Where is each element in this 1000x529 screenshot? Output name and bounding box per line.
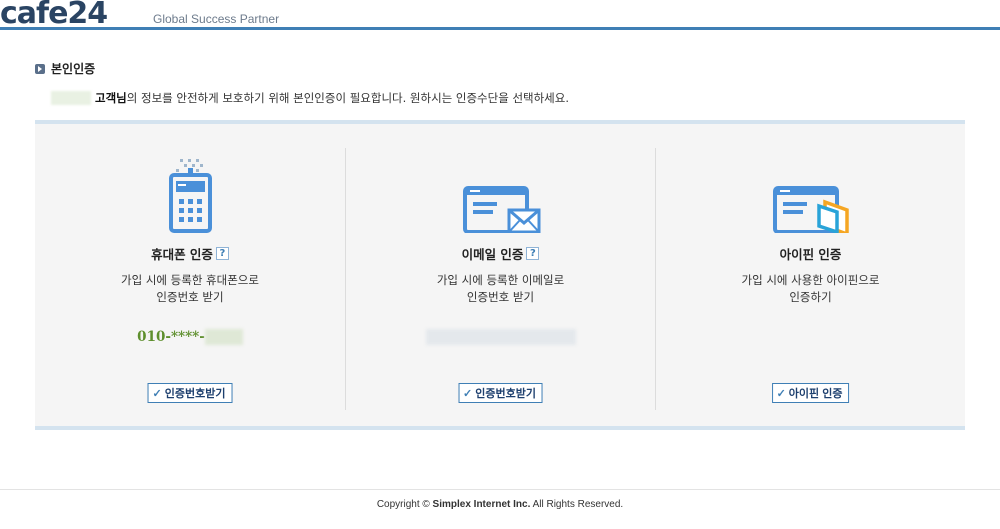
blurred-phone-suffix — [204, 329, 243, 345]
check-icon: ✓ — [776, 387, 786, 400]
footer-divider — [0, 489, 1000, 490]
check-icon: ✓ — [463, 387, 473, 400]
email-icon — [346, 158, 655, 233]
ipin-auth-title-text: 아이핀 인증 — [779, 247, 842, 262]
header: cafe24 Global Success Partner — [0, 0, 1000, 31]
cafe24-logo[interactable]: cafe24 — [0, 0, 108, 31]
blurred-user-name — [51, 91, 91, 105]
email-auth-description: 가입 시에 등록한 이메일로 인증번호 받기 — [346, 272, 655, 306]
help-icon[interactable]: ? — [526, 247, 540, 260]
bullet-icon — [35, 63, 45, 74]
rights-text: All Rights Reserved. — [530, 499, 624, 510]
ipin-button-label: 아이핀 인증 — [788, 388, 843, 400]
intro-customer: 고객님 — [95, 91, 127, 105]
help-icon[interactable]: ? — [215, 247, 229, 260]
ipin-auth-description: 가입 시에 사용한 아이핀으로 인증하기 — [656, 272, 965, 306]
check-icon: ✓ — [152, 387, 162, 400]
phone-desc-line1: 가입 시에 등록한 휴대폰으로 — [121, 273, 259, 287]
email-desc-line1: 가입 시에 등록한 이메일로 — [436, 273, 565, 287]
phone-number-prefix: 010-****- — [137, 329, 205, 345]
tagline: Global Success Partner — [153, 12, 280, 26]
ipin-auth-title: 아이핀 인증 — [656, 244, 965, 263]
auth-method-panel: 휴대폰 인증 ? 가입 시에 등록한 휴대폰으로 인증번호 받기 010-***… — [35, 120, 965, 430]
ipin-auth-button[interactable]: ✓ 아이핀 인증 — [771, 383, 850, 403]
ipin-auth-column: 아이핀 인증 가입 시에 사용한 아이핀으로 인증하기 ✓ 아이핀 인증 — [655, 148, 965, 410]
phone-auth-column: 휴대폰 인증 ? 가입 시에 등록한 휴대폰으로 인증번호 받기 010-***… — [35, 148, 345, 410]
email-auth-column: 이메일 인증 ? 가입 시에 등록한 이메일로 인증번호 받기 ✓ 인증번호받기 — [345, 148, 655, 410]
email-button-label: 인증번호받기 — [475, 388, 536, 400]
ipin-desc-line2: 인증하기 — [789, 290, 832, 304]
copyright-label: Copyright — [376, 499, 423, 510]
phone-auth-description: 가입 시에 등록한 휴대폰으로 인증번호 받기 — [35, 272, 345, 306]
email-auth-title: 이메일 인증 ? — [346, 244, 655, 263]
email-request-code-button[interactable]: ✓ 인증번호받기 — [458, 383, 543, 403]
phone-auth-title: 휴대폰 인증 ? — [35, 244, 345, 263]
email-auth-title-text: 이메일 인증 — [461, 247, 524, 262]
blurred-email — [425, 329, 576, 345]
intro-message: 의 정보를 안전하게 보호하기 위해 본인인증이 필요합니다. 원하시는 인증수… — [126, 91, 569, 105]
masked-email-address — [346, 329, 655, 345]
phone-button-label: 인증번호받기 — [164, 388, 226, 400]
masked-phone-number: 010-****- — [35, 329, 345, 345]
ipin-icon — [656, 158, 965, 233]
section-title-text: 본인인증 — [51, 62, 96, 76]
phone-icon — [35, 158, 345, 233]
copyright-symbol: © — [422, 499, 430, 510]
ipin-desc-line1: 가입 시에 사용한 아이핀으로 — [741, 273, 880, 287]
footer-copyright: Copyright © Simplex Internet Inc. All Ri… — [0, 499, 1000, 510]
section-title: 본인인증 — [35, 60, 95, 77]
phone-desc-line2: 인증번호 받기 — [156, 290, 224, 304]
company-name: Simplex Internet Inc. — [432, 499, 531, 510]
phone-auth-title-text: 휴대폰 인증 — [151, 247, 213, 262]
phone-request-code-button[interactable]: ✓ 인증번호받기 — [147, 383, 233, 403]
email-desc-line2: 인증번호 받기 — [466, 290, 535, 304]
intro-text: 고객님 의 정보를 안전하게 보호하기 위해 본인인증이 필요합니다. 원하시는… — [51, 90, 569, 106]
